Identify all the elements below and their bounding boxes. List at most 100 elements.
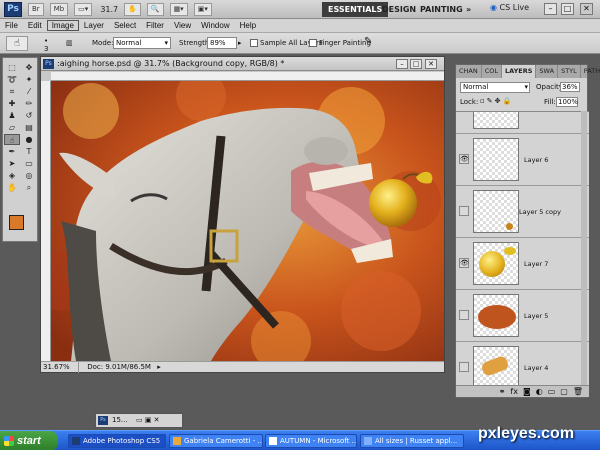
eye-icon[interactable]: 👁 — [459, 154, 469, 164]
group-icon[interactable]: ▭ — [548, 386, 556, 397]
menu-layer[interactable]: Layer — [79, 21, 109, 30]
brush-panel-toggle-icon[interactable]: ▥ — [66, 39, 73, 47]
strength-field[interactable]: 89% — [207, 37, 237, 49]
lock-icons[interactable]: ▫✎✥🔒 — [480, 97, 513, 105]
eyedropper-tool-icon[interactable]: ⁄ — [21, 86, 37, 97]
minimized-document[interactable]: Ps 15... ▭ ▣ ✕ — [95, 413, 183, 428]
path-select-tool-icon[interactable]: ➤ — [4, 158, 20, 169]
dodge-tool-icon[interactable]: ● — [21, 134, 37, 145]
brush-preset-picker[interactable]: • 3 — [44, 37, 48, 53]
tab-swatches[interactable]: SWA — [536, 65, 559, 78]
new-layer-icon[interactable]: ▢ — [560, 386, 568, 397]
start-button[interactable]: start — [0, 431, 58, 450]
opacity-value: 36% — [562, 83, 578, 91]
minimize-button[interactable]: – — [544, 3, 557, 15]
layers-scrollbar[interactable] — [581, 111, 587, 385]
marquee-tool-icon[interactable]: ⬚ — [4, 62, 20, 73]
close-button[interactable]: ✕ — [580, 3, 593, 15]
layer-row-layer-6[interactable]: 👁 Layer 6 — [456, 134, 589, 186]
tab-paths[interactable]: PATH — [581, 65, 600, 78]
document-tab[interactable]: Ps :aighing horse.psd @ 31.7% (Backgroun… — [41, 57, 444, 71]
visibility-toggle[interactable] — [459, 362, 469, 372]
shape-tool-icon[interactable]: ▭ — [21, 158, 37, 169]
menu-help[interactable]: Help — [235, 21, 261, 30]
link-layers-icon[interactable]: ⚭ — [499, 386, 506, 397]
doc-restore-button[interactable]: □ — [410, 59, 422, 69]
layer-row-layer-7[interactable]: 👁 Layer 7 — [456, 238, 589, 290]
opacity-field[interactable]: 36% — [560, 82, 580, 92]
adjustment-layer-icon[interactable]: ◐ — [536, 386, 543, 397]
doc-minimize-button[interactable]: – — [396, 59, 408, 69]
pressure-brush-icon[interactable]: ✎ — [364, 36, 372, 47]
bridge-button[interactable]: Br — [28, 2, 44, 16]
menu-image[interactable]: Image — [46, 20, 79, 31]
eye-icon[interactable]: 👁 — [459, 258, 469, 268]
history-brush-tool-icon[interactable]: ↺ — [21, 110, 37, 121]
layer-row-layer-5[interactable]: Layer 5 — [456, 290, 589, 342]
hand-tool-icon[interactable]: ✋ — [4, 182, 20, 193]
trash-icon[interactable]: 🗑 — [573, 386, 583, 397]
layer-mask-icon[interactable]: ◙ — [523, 386, 531, 397]
mode-select[interactable]: Normal ▾ — [113, 37, 171, 49]
smudge-tool-icon[interactable]: ☝ — [4, 134, 20, 145]
blend-mode-select[interactable]: Normal ▾ — [460, 82, 530, 93]
screen-mode-button[interactable]: ▣▾ — [193, 2, 212, 16]
layer-style-icon[interactable]: fx — [510, 386, 518, 397]
mini-bridge-button[interactable]: Mb — [49, 2, 69, 16]
menu-window[interactable]: Window — [196, 21, 234, 30]
menu-filter[interactable]: Filter — [141, 21, 169, 30]
tab-layers[interactable]: LAYERS — [502, 65, 537, 78]
sample-all-layers-checkbox[interactable] — [250, 39, 258, 47]
more-workspaces-button[interactable]: » — [460, 2, 477, 17]
3d-orbit-tool-icon[interactable]: ◎ — [21, 170, 37, 181]
zoom-status[interactable]: 31.67% — [41, 362, 79, 373]
task-photoshop[interactable]: Adobe Photoshop CS5 — [68, 434, 166, 448]
zoom-level[interactable]: 31.7 — [100, 5, 118, 14]
visibility-toggle[interactable] — [459, 206, 469, 216]
arrange-documents-button[interactable]: ▦▾ — [169, 2, 188, 16]
eraser-tool-icon[interactable]: ▱ — [4, 122, 20, 133]
gradient-tool-icon[interactable]: ▤ — [21, 122, 37, 133]
tab-color[interactable]: COL — [482, 65, 503, 78]
quick-select-tool-icon[interactable]: ✦ — [21, 74, 37, 85]
move-tool-icon[interactable]: ✥ — [21, 62, 37, 73]
menu-edit[interactable]: Edit — [23, 21, 47, 30]
task-flickr[interactable]: All sizes | Russet appl... — [360, 434, 464, 448]
brush-tool-icon[interactable]: ✏ — [21, 98, 37, 109]
strength-slider-arrow-icon[interactable]: ▸ — [238, 39, 242, 47]
task-word[interactable]: AUTUMN - Microsoft ... — [265, 434, 357, 448]
type-tool-icon[interactable]: T — [21, 146, 37, 157]
visibility-toggle[interactable] — [459, 310, 469, 320]
zoom-tool-button[interactable]: 🔍 — [146, 2, 164, 16]
layer-row-layer-4[interactable]: Layer 4 — [456, 342, 589, 385]
restore-icon[interactable]: ▭ ▣ ✕ — [136, 414, 160, 427]
tab-styles[interactable]: STYL — [558, 65, 581, 78]
menu-view[interactable]: View — [169, 21, 196, 30]
3d-rotate-tool-icon[interactable]: ◈ — [4, 170, 20, 181]
layer-row-layer-5-copy[interactable]: Layer 5 copy — [456, 186, 589, 238]
tool-preset-picker[interactable]: ☝ — [6, 36, 28, 51]
tab-channels[interactable]: CHAN — [456, 65, 482, 78]
layer-name: Layer 4 — [524, 364, 549, 372]
clone-stamp-tool-icon[interactable]: ♟ — [4, 110, 20, 121]
healing-tool-icon[interactable]: ✚ — [4, 98, 20, 109]
finger-painting-checkbox[interactable] — [309, 39, 317, 47]
status-arrow-icon[interactable]: ▸ — [157, 363, 161, 371]
lasso-tool-icon[interactable]: ➰ — [4, 74, 20, 85]
crop-tool-icon[interactable]: ⌗ — [4, 86, 20, 97]
menu-file[interactable]: File — [0, 21, 23, 30]
task-label: AUTUMN - Microsoft ... — [280, 437, 357, 445]
view-extras-button[interactable]: ▭▾ — [74, 2, 93, 16]
pen-tool-icon[interactable]: ✒ — [4, 146, 20, 157]
foreground-color-swatch[interactable] — [9, 215, 24, 230]
hand-tool-button[interactable]: ✋ — [124, 2, 141, 16]
zoom-tool-icon[interactable]: ⌕ — [21, 182, 37, 193]
layer-row[interactable] — [456, 112, 589, 134]
menu-select[interactable]: Select — [109, 21, 141, 30]
fill-field[interactable]: 100% — [556, 97, 578, 107]
image-canvas[interactable] — [51, 81, 444, 361]
task-browser[interactable]: Gabriela Camerotti - ... — [169, 434, 263, 448]
doc-close-button[interactable]: ✕ — [425, 59, 437, 69]
cs-live-button[interactable]: ◉ CS Live — [490, 3, 529, 12]
maximize-button[interactable]: □ — [561, 3, 574, 15]
